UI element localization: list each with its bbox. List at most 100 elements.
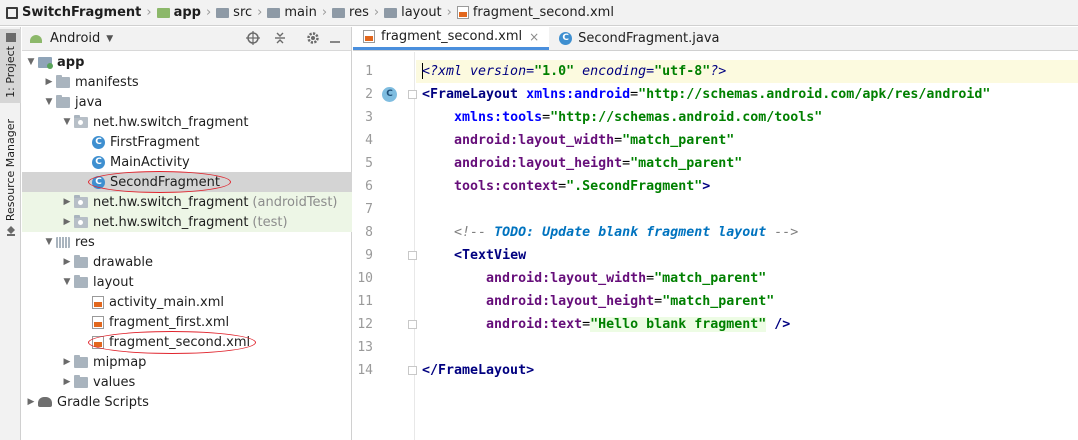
code-line[interactable]: android:layout_width="match_parent" [416, 129, 1078, 152]
tree-item-label: values [93, 374, 136, 390]
close-icon[interactable]: × [529, 30, 539, 44]
editor-tab[interactable]: C SecondFragment.java [549, 26, 729, 50]
tree-item[interactable]: ▼ net.hw.switch_fragment [22, 112, 352, 132]
tree-item-label: MainActivity [110, 154, 190, 170]
tree-item-suffix: (androidTest) [252, 194, 338, 210]
line-number: 14 [357, 363, 373, 378]
folder-icon [56, 74, 70, 88]
code-token: "match_parent" [630, 156, 743, 171]
tree-item[interactable]: ▶ mipmap [22, 352, 352, 372]
gutter-line: 9 [353, 244, 417, 267]
xml-file-icon [456, 6, 469, 19]
chevron-down-icon[interactable]: ▼ [60, 277, 74, 287]
resource-manager-tab[interactable]: Resource Manager [0, 119, 21, 239]
project-tool-tab-label: 1: Project [4, 46, 17, 98]
tree-item[interactable]: ▼ app [22, 52, 352, 72]
code-token: xmlns:tools [454, 110, 543, 125]
code-line[interactable]: <TextView [416, 244, 1078, 267]
tree-item-label: app [57, 54, 85, 70]
code-line[interactable]: <!-- TODO: Update blank fragment layout … [416, 221, 1078, 244]
chevron-down-icon[interactable]: ▼ [42, 97, 56, 107]
project-view-selector[interactable]: Android [50, 31, 100, 46]
collapse-icon[interactable] [272, 31, 288, 47]
project-tool-tab[interactable]: 1: Project [0, 29, 21, 103]
chevron-down-icon[interactable]: ▼ [60, 117, 74, 127]
breadcrumb-module[interactable]: app [174, 0, 201, 26]
chevron-right-icon[interactable]: ▶ [60, 197, 74, 207]
code-token: android:text [486, 317, 583, 332]
navigation-bar: SwitchFragment › app › src › main › res … [0, 0, 1078, 26]
code-line[interactable] [416, 336, 1078, 359]
tree-item-label: net.hw.switch_fragment [93, 114, 249, 130]
chevron-down-icon[interactable]: ▼ [42, 237, 56, 247]
chevron-right-icon[interactable]: ▶ [60, 357, 74, 367]
tree-item[interactable]: activity_main.xml [22, 292, 352, 312]
package-icon [74, 114, 88, 128]
xml-file-icon [92, 295, 104, 309]
chevron-right-icon[interactable]: ▶ [24, 397, 38, 407]
tree-item[interactable]: ▼ res [22, 232, 352, 252]
breadcrumb-project[interactable]: SwitchFragment [22, 0, 141, 26]
tree-item[interactable]: ▶ values [22, 372, 352, 392]
gutter-line: 4 [353, 129, 415, 152]
tree-item[interactable]: fragment_second.xml [22, 332, 352, 352]
tree-item[interactable]: ▶ net.hw.switch_fragment (test) [22, 212, 352, 232]
code-line[interactable]: android:layout_height="match_parent" [416, 152, 1078, 175]
code-line[interactable]: <?xml version="1.0" encoding="utf-8"?> [416, 60, 1078, 83]
tree-item[interactable]: ▼ java [22, 92, 352, 112]
tree-item[interactable]: ▶ drawable [22, 252, 352, 272]
chevron-right-icon[interactable]: ▶ [60, 217, 74, 227]
code-line[interactable] [416, 198, 1078, 221]
breadcrumb-res[interactable]: res [349, 0, 369, 26]
chevron-right-icon[interactable]: ▶ [60, 377, 74, 387]
code-token: --> [766, 225, 799, 240]
breadcrumb-src[interactable]: src [233, 0, 252, 26]
breadcrumb-main[interactable]: main [284, 0, 316, 26]
gutter-line: 1 [353, 60, 415, 83]
tree-item-label: SecondFragment [110, 174, 220, 190]
hide-icon[interactable] [327, 31, 343, 47]
line-number: 8 [365, 225, 373, 240]
code-line[interactable]: tools:context=".SecondFragment"> [416, 175, 1078, 198]
code-token: "http://schemas.android.com/tools" [550, 110, 823, 125]
gutter-line: 11 [353, 290, 415, 313]
related-class-icon[interactable]: C [382, 87, 397, 102]
editor-tab[interactable]: fragment_second.xml × [353, 26, 550, 50]
code-line[interactable]: android:text="Hello blank fragment" /> [416, 313, 1078, 336]
code-token: = [614, 133, 623, 148]
xml-file-icon [363, 30, 375, 43]
code-token: > [702, 179, 711, 194]
code-line[interactable]: </FrameLayout> [416, 359, 1078, 382]
res-folder-icon [332, 7, 346, 18]
code-line[interactable]: android:layout_width="match_parent" [416, 267, 1078, 290]
folder-icon [267, 7, 281, 18]
code-editor: fragment_second.xml × C SecondFragment.java… [353, 26, 1078, 440]
tree-item[interactable]: C MainActivity [22, 152, 352, 172]
package-icon [74, 194, 88, 208]
code-line[interactable]: android:layout_height="match_parent" [416, 290, 1078, 313]
line-number: 1 [365, 64, 373, 79]
chevron-down-icon[interactable]: ▼ [106, 34, 113, 44]
code-line[interactable]: <FrameLayout xmlns:android="http://schem… [416, 83, 1078, 106]
breadcrumb-file[interactable]: fragment_second.xml [473, 0, 614, 26]
tree-item-label: net.hw.switch_fragment [93, 214, 249, 230]
code-area[interactable]: <?xml version="1.0" encoding="utf-8"?> <F… [416, 52, 1078, 440]
chevron-down-icon[interactable]: ▼ [24, 57, 38, 67]
gear-icon[interactable] [305, 31, 321, 47]
tree-item[interactable]: ▶ net.hw.switch_fragment (androidTest) [22, 192, 352, 212]
crosshair-icon[interactable] [245, 31, 261, 47]
tree-item[interactable]: ▶ Gradle Scripts [22, 392, 352, 412]
code-token: /> [766, 317, 791, 332]
tree-item[interactable]: ▶ manifests [22, 72, 352, 92]
breadcrumb-layout[interactable]: layout [401, 0, 442, 26]
tree-item-label: fragment_first.xml [109, 314, 230, 330]
tree-item[interactable]: ▼ layout [22, 272, 352, 292]
tree-item[interactable]: C FirstFragment [22, 132, 352, 152]
tree-item[interactable]: fragment_first.xml [22, 312, 352, 332]
tree-item[interactable]: C SecondFragment [22, 172, 352, 192]
code-line[interactable]: xmlns:tools="http://schemas.android.com/… [416, 106, 1078, 129]
chevron-right-icon[interactable]: ▶ [60, 257, 74, 267]
chevron-right-icon[interactable]: ▶ [42, 77, 56, 87]
